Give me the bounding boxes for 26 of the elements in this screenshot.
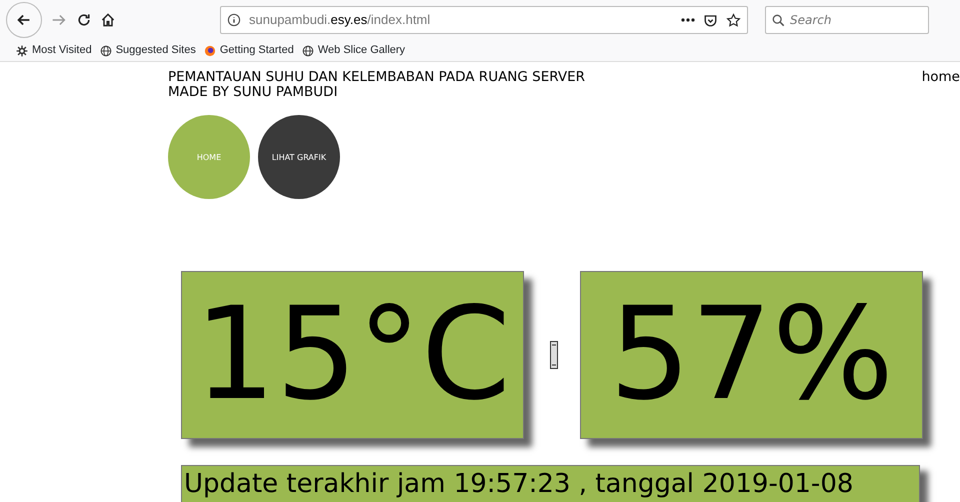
resize-handle-icon[interactable] [550, 341, 558, 369]
globe-icon [302, 44, 314, 56]
humidity-panel: 57% [580, 271, 923, 439]
bookmark-link[interactable]: Web Slice Gallery [318, 42, 406, 59]
star-icon[interactable] [726, 12, 741, 28]
bookmark-link[interactable]: Suggested Sites [116, 42, 196, 59]
more-icon[interactable] [681, 17, 695, 23]
nav-button[interactable]: LIHAT GRAFIK [258, 115, 340, 199]
page-subtitle: MADE BY SUNU PAMBUDI [168, 85, 339, 100]
bookmark-link[interactable]: Most Visited [32, 42, 92, 59]
home-icon[interactable] [100, 12, 116, 28]
url-text: sunupambudi.esy.es/index.html [249, 11, 430, 30]
update-status: Update terakhir jam 19:57:23 , tanggal 2019-01-08 [181, 465, 920, 502]
home-link[interactable]: home [922, 70, 960, 100]
gear-icon [16, 44, 28, 56]
browser-logo-icon [204, 44, 216, 56]
reload-icon[interactable] [76, 12, 92, 28]
page-title: PEMANTAUAN SUHU DAN KELEMBABAN PADA RUANG SERVER [168, 70, 586, 85]
search-field[interactable]: Search [765, 6, 929, 34]
globe-icon [100, 44, 112, 56]
temperature-panel: 15°C [181, 271, 524, 439]
bookmark-link[interactable]: Getting Started [220, 42, 294, 59]
info-icon[interactable] [227, 13, 241, 27]
back-icon[interactable] [6, 2, 42, 38]
pocket-icon[interactable] [703, 12, 718, 28]
address-bar[interactable]: sunupambudi.esy.es/index.html [220, 6, 748, 34]
